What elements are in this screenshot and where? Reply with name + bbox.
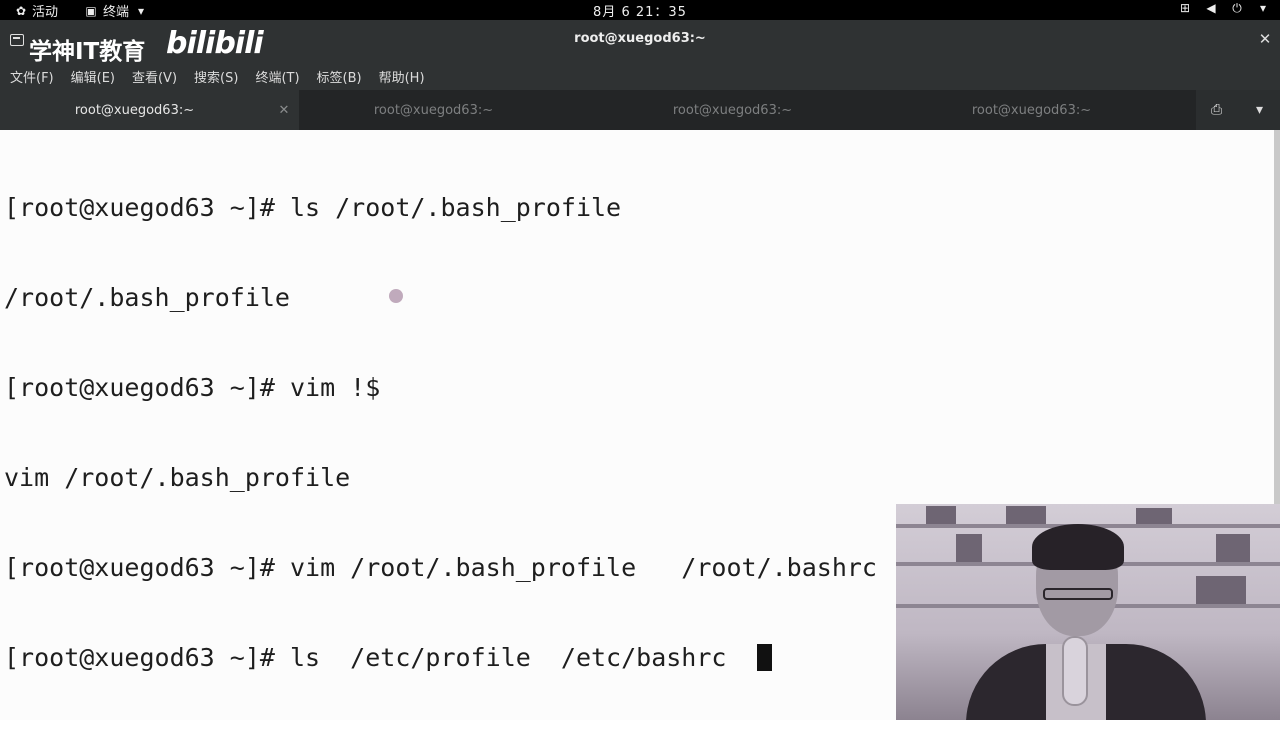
tab-label: root@xuegod63:~ [971, 102, 1092, 118]
system-tray[interactable]: ⊞ ◀ ⏻ ▾ [1178, 1, 1270, 15]
book [1196, 576, 1246, 604]
power-icon[interactable]: ⏻ [1230, 1, 1244, 15]
terminal-line: [root@xuegod63 ~]# vim !$ [4, 373, 381, 402]
book [1216, 534, 1250, 562]
text-cursor [756, 644, 772, 671]
book [926, 506, 956, 524]
volume-icon[interactable]: ◀ [1204, 1, 1218, 15]
presenter-glasses [1043, 588, 1113, 600]
chevron-down-icon[interactable]: ▾ [1256, 1, 1270, 15]
menu-search[interactable]: 搜索(S) [194, 67, 238, 86]
terminal-output: [root@xuegod63 ~]# ls /root/.bash_profil… [4, 133, 937, 733]
terminal-input-line[interactable]: [root@xuegod63 ~]# ls /etc/profile /etc/… [4, 643, 937, 673]
terminal-line: [root@xuegod63 ~]# vim /root/.bash_profi… [4, 553, 938, 582]
microphone [1062, 636, 1088, 706]
book [1006, 506, 1046, 524]
close-icon[interactable]: ✕ [1256, 30, 1274, 48]
presenter-webcam-overlay [896, 504, 1280, 720]
tab-2[interactable]: root@xuegod63:~ [299, 90, 598, 130]
tab-bar: root@xuegod63:~ ✕ root@xuegod63:~ root@x… [0, 90, 1280, 130]
presenter-hair [1032, 524, 1124, 570]
menu-file[interactable]: 文件(F) [10, 67, 54, 86]
menu-terminal[interactable]: 终端(T) [255, 67, 299, 86]
tab-label: root@xuegod63:~ [373, 102, 494, 118]
gnome-top-bar: ✿ 活动 ▣ 终端 ▾ 8月 6 21：35 ⊞ ◀ ⏻ ▾ [0, 0, 1280, 20]
window-title-bar[interactable]: 学神IT教育 bilibili root@xuegod63:~ ✕ [0, 20, 1280, 65]
book [956, 534, 982, 562]
menu-tabs[interactable]: 标签(B) [317, 67, 362, 86]
tab-label: root@xuegod63:~ [672, 102, 793, 118]
terminal-line: /root/.bash_profile [4, 283, 290, 312]
book [1136, 508, 1172, 524]
tab-3[interactable]: root@xuegod63:~ [598, 90, 897, 130]
window-title: root@xuegod63:~ [574, 31, 706, 46]
clock[interactable]: 8月 6 21：35 [0, 1, 1280, 20]
terminal-current-command: [root@xuegod63 ~]# ls /etc/profile /etc/… [4, 643, 757, 672]
new-tab-icon[interactable]: ⎙ [1211, 102, 1222, 118]
tab-label: root@xuegod63:~ [74, 102, 195, 118]
tab-4[interactable]: root@xuegod63:~ [897, 90, 1196, 130]
tab-1[interactable]: root@xuegod63:~ ✕ [0, 90, 299, 130]
network-icon[interactable]: ⊞ [1178, 1, 1192, 15]
menu-bar: 文件(F) 编辑(E) 查看(V) 搜索(S) 终端(T) 标签(B) 帮助(H… [0, 62, 1280, 90]
menu-help[interactable]: 帮助(H) [379, 67, 425, 86]
terminal-line: [root@xuegod63 ~]# ls /root/.bash_profil… [4, 193, 622, 222]
menu-edit[interactable]: 编辑(E) [71, 67, 115, 86]
tab-list-chevron-down-icon[interactable]: ▾ [1256, 102, 1263, 118]
close-icon[interactable]: ✕ [269, 103, 299, 118]
menu-view[interactable]: 查看(V) [132, 67, 177, 86]
terminal-line: vim /root/.bash_profile [4, 463, 351, 492]
mouse-pointer-highlight [389, 289, 403, 303]
tab-tools: ⎙ ▾ [1194, 90, 1280, 130]
